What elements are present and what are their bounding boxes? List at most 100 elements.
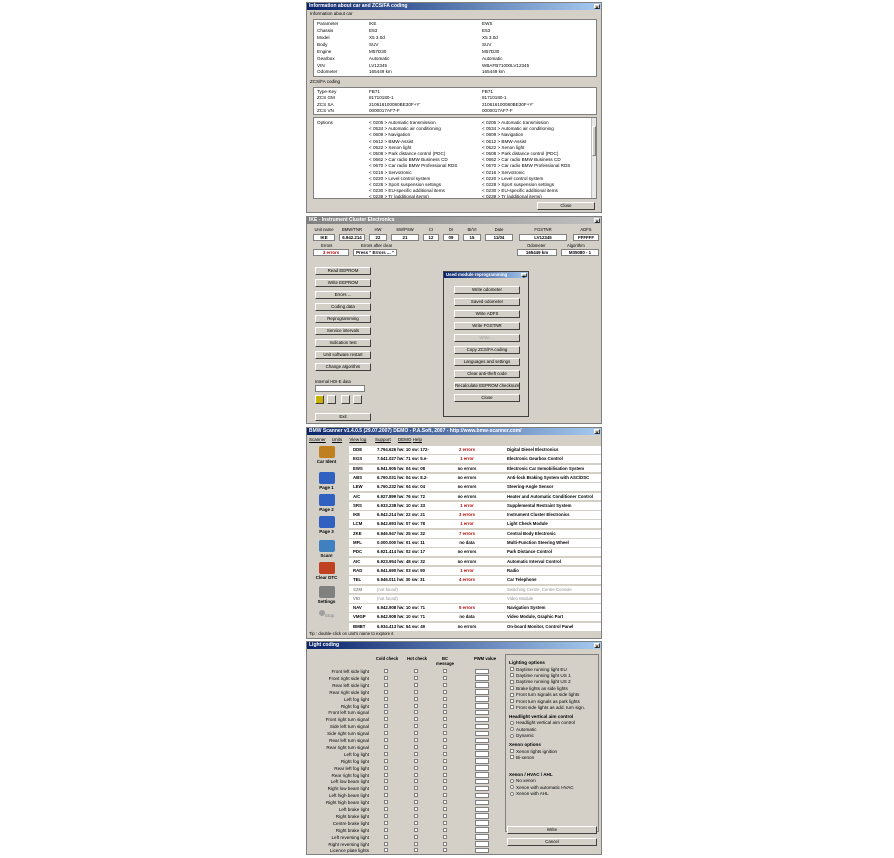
reprogramming-button[interactable]: Write ... [454, 334, 520, 342]
hot-check-checkbox[interactable] [414, 738, 418, 742]
bc-message-checkbox[interactable] [443, 813, 447, 818]
bc-message-checkbox[interactable] [443, 669, 447, 673]
unit-code[interactable]: IKE [353, 511, 360, 519]
pwm-value-input[interactable] [475, 716, 489, 723]
cold-check-checkbox[interactable] [384, 689, 388, 694]
bc-message-checkbox[interactable] [443, 841, 447, 846]
ike-action-button[interactable]: Change algorithm [315, 363, 371, 371]
menu-item[interactable]: Help [413, 437, 422, 442]
cold-check-checkbox[interactable] [384, 696, 388, 701]
scanner-row[interactable]: BMBT 6.934.413 hw: 54 sw: 49 no errors On-b… [349, 622, 601, 632]
options-list[interactable]: Options < 0205 > Automatic transmission <… [313, 117, 597, 199]
option-checkbox[interactable] [510, 679, 514, 684]
pwm-value-input[interactable] [475, 765, 489, 771]
cold-check-checkbox[interactable] [384, 786, 388, 791]
option-radio[interactable] [510, 791, 514, 796]
scanner-row[interactable]: MFL 0.000.000 hw: 01 sw: 11 no data Multi-F… [349, 539, 601, 548]
pwm-value-input[interactable] [475, 813, 489, 819]
nav-page-2-button[interactable]: Page 2 [308, 494, 345, 512]
unit-code[interactable]: DDE [353, 446, 362, 454]
scanner-row[interactable]: LCM 6.942.693 hw: 07 sw: 78 1 error Light C… [349, 520, 601, 530]
scanner-row[interactable]: SZM (not found) Switching Centre, Centre C… [349, 585, 601, 595]
bc-message-checkbox[interactable] [443, 689, 447, 694]
ike-action-button[interactable]: Unit software restart [315, 351, 371, 359]
cold-check-checkbox[interactable] [384, 744, 388, 749]
unit-code[interactable]: TEL [353, 576, 361, 584]
option-checkbox[interactable] [510, 699, 514, 703]
scanner-row[interactable]: LEW 6.760.232 hw: 04 sw: 04 no errors Steer… [349, 483, 601, 493]
bc-message-checkbox[interactable] [443, 710, 447, 715]
search-icon[interactable] [341, 395, 350, 404]
ike-action-button[interactable]: Write EEPROM [315, 279, 371, 287]
hot-check-checkbox[interactable] [414, 758, 418, 763]
cold-check-checkbox[interactable] [384, 813, 388, 818]
nav-clear-dtc-button[interactable]: Clear DTC [308, 562, 345, 580]
unit-code[interactable]: A/C [353, 493, 360, 501]
hdi-field[interactable] [315, 385, 365, 392]
hot-check-checkbox[interactable] [414, 827, 418, 832]
option-checkbox[interactable] [510, 686, 514, 691]
hot-check-checkbox[interactable] [414, 841, 418, 846]
hot-check-checkbox[interactable] [414, 731, 418, 736]
bc-message-checkbox[interactable] [443, 786, 447, 791]
hot-check-checkbox[interactable] [414, 689, 418, 694]
ike-action-button[interactable]: Coding data [315, 303, 371, 311]
scanner-row[interactable]: VMGP 6.942.908 hw: 10 sw: 71 no data Video … [349, 613, 601, 623]
pwm-value-input[interactable] [475, 778, 489, 785]
scanner-row[interactable]: RAD 6.941.690 hw: 03 sw: 90 1 error Radio [349, 566, 601, 576]
hot-check-checkbox[interactable] [414, 744, 418, 749]
cold-check-checkbox[interactable] [384, 703, 388, 708]
close-icon[interactable]: ✕ [594, 218, 600, 224]
reprogramming-button[interactable]: Close [454, 394, 520, 402]
bc-message-checkbox[interactable] [443, 724, 447, 729]
unit-code[interactable]: AIC [353, 558, 360, 566]
pwm-value-input[interactable] [475, 703, 489, 709]
pwm-value-input[interactable] [475, 744, 489, 750]
option-checkbox[interactable] [510, 692, 514, 697]
write-button[interactable]: Write [507, 826, 597, 834]
reprogramming-button[interactable]: Write ADFS [454, 310, 520, 318]
unit-code[interactable]: NAV [353, 604, 362, 612]
pwm-value-input[interactable] [475, 758, 489, 764]
close-icon[interactable]: ✕ [594, 4, 600, 10]
unit-code[interactable]: EGS [353, 455, 362, 463]
bc-message-checkbox[interactable] [443, 765, 447, 770]
scanner-row[interactable]: IKE 6.942.214 hw: 22 sw: 21 3 errors Instru… [349, 511, 601, 520]
hot-check-checkbox[interactable] [414, 786, 418, 791]
pwm-value-input[interactable] [475, 847, 489, 854]
reprogramming-button[interactable]: Write FGSTNR [454, 322, 520, 330]
bc-message-checkbox[interactable] [443, 848, 447, 853]
close-icon[interactable]: ✕ [594, 429, 600, 435]
cancel-button[interactable]: Cancel [507, 838, 597, 846]
unit-code[interactable]: RAD [353, 567, 362, 575]
hot-check-checkbox[interactable] [414, 675, 418, 680]
bc-message-checkbox[interactable] [443, 779, 447, 784]
nav-scan--button[interactable]: Scan! [308, 540, 345, 558]
bc-message-checkbox[interactable] [443, 758, 447, 763]
ike-action-button[interactable]: Read EEPROM [315, 267, 371, 275]
reprogramming-button[interactable]: Clear anti-theft code [454, 370, 520, 378]
reprogramming-button[interactable]: Recalculate EEPROM checksum [454, 382, 520, 390]
close-icon[interactable]: ✕ [521, 273, 527, 279]
nav-stop-button[interactable]: Stop [308, 610, 345, 618]
ike-action-button[interactable]: Service intervals [315, 327, 371, 335]
scanner-row[interactable]: EGS 7.541.027 hw: 71 sw: 5.e- 1 error Elect… [349, 455, 601, 465]
hot-check-checkbox[interactable] [414, 696, 418, 701]
bc-message-checkbox[interactable] [443, 682, 447, 687]
bc-message-checkbox[interactable] [443, 772, 447, 777]
scanner-row[interactable]: TEL 6.946.011 hw: 30 sw: 31 4 errors Car Te… [349, 576, 601, 586]
option-checkbox[interactable] [510, 755, 514, 760]
save-icon[interactable] [327, 395, 336, 404]
hot-check-checkbox[interactable] [414, 703, 418, 708]
cold-check-checkbox[interactable] [384, 682, 388, 687]
hot-check-checkbox[interactable] [414, 717, 418, 722]
close-icon[interactable]: ✕ [594, 643, 600, 649]
nav-page-3-button[interactable]: Page 3 [308, 516, 345, 534]
pwm-value-input[interactable] [475, 827, 489, 833]
menu-item[interactable]: View log [349, 437, 366, 442]
bc-message-checkbox[interactable] [443, 696, 447, 701]
bc-message-checkbox[interactable] [443, 738, 447, 742]
unit-code[interactable]: ABS [353, 474, 362, 482]
option-radio[interactable] [510, 733, 514, 738]
unit-code[interactable]: LCM [353, 520, 362, 528]
